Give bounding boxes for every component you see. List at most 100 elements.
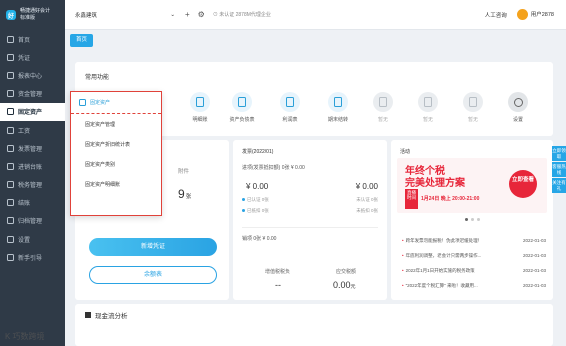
sidebar-item-archive[interactable]: 归档管理 (0, 212, 65, 230)
app-logo[interactable]: 好 畅捷通好会计 标准版 (0, 0, 65, 30)
balance-sheet-button[interactable]: 余额表 (89, 266, 217, 284)
attachment-label: 附件 (178, 169, 190, 175)
menu-item-asset-management[interactable]: 固定资产管理 (71, 114, 161, 134)
func-period-end[interactable]: 期末结转 (323, 92, 353, 123)
input-amount: ¥ 0.00 (246, 182, 269, 191)
new-voucher-button[interactable]: 新增凭证 (89, 238, 217, 256)
sidebar-item-guide[interactable]: 新手引导 (0, 248, 65, 266)
func-empty[interactable]: 暂无 (413, 92, 443, 123)
menu-item-asset-category[interactable]: 固定资产类别 (71, 154, 161, 174)
gear-icon[interactable]: ⚙ (198, 10, 205, 19)
sidebar-item-payroll[interactable]: 工资 (0, 121, 65, 139)
gear-icon (7, 235, 14, 243)
invoice-title: 发票(2022/01) (242, 149, 274, 155)
cash-flow-card: 现金流分析 (75, 304, 553, 346)
tax-icon (7, 181, 14, 189)
sidebar-item-tax[interactable]: 税务管理 (0, 176, 65, 194)
carousel-dots[interactable] (465, 218, 480, 221)
company-selector[interactable]: 永鑫建筑 ⌄ (75, 11, 175, 19)
voucher-icon (7, 53, 14, 61)
logo-icon: 好 (6, 10, 16, 20)
view-now-button[interactable]: 立即查看 (509, 170, 537, 198)
deducted-count: 已抵扣 0张 (242, 208, 269, 214)
gear-icon (513, 97, 523, 107)
placeholder-icon (469, 97, 477, 107)
avatar (516, 9, 528, 20)
sidebar-item-settings[interactable]: 设置 (0, 230, 65, 248)
attachment-count: 9张 (178, 187, 192, 201)
floating-side-tabs: 立即领取 客服热线 关注有礼 (552, 146, 566, 194)
top-bar: 永鑫建筑 ⌄ + ⚙ ⊙ 未认证 2878M代理企业 人工咨询 用户2878 (65, 0, 566, 30)
add-icon[interactable]: + (185, 10, 190, 19)
side-tab-follow[interactable]: 关注有礼 (552, 178, 566, 193)
placeholder-icon (379, 97, 387, 107)
watermark: K 巧数跨境 (5, 332, 45, 341)
sidebar-item-home[interactable]: 首页 (0, 30, 65, 48)
menu-item-depreciation-report[interactable]: 固定资产折旧统计表 (71, 134, 161, 154)
ledger-icon (7, 162, 14, 170)
func-ledger[interactable]: 明细账 (185, 92, 215, 123)
tab-bar: 首页 (65, 31, 566, 49)
sidebar-item-closing[interactable]: 结账 (0, 194, 65, 212)
tab-home[interactable]: 首页 (70, 34, 94, 47)
fixed-assets-menu: 固定资产 固定资产管理 固定资产折旧统计表 固定资产类别 固定资产明细账 (70, 91, 162, 216)
func-empty[interactable]: 暂无 (368, 92, 398, 123)
cash-flow-title: 现金流分析 (85, 310, 128, 320)
news-item[interactable]: 跨年发票勿能报税！伪此项迟缓处理！2022-01-03 (402, 238, 546, 244)
placeholder-icon (424, 97, 432, 107)
closing-icon (7, 199, 14, 207)
side-tab-hotline[interactable]: 客服热线 (552, 162, 566, 177)
menu-item-asset-ledger[interactable]: 固定资产明细账 (71, 174, 161, 194)
tax-payable-value: 0.00元 (333, 280, 356, 290)
promo-banner[interactable]: 年终个税 完美处理方案 直播时间 1月24日 晚上 20:00-21:00 立即… (397, 158, 547, 213)
vat-burden-label: 增值税税负 (265, 269, 291, 275)
archive-icon (7, 217, 14, 225)
output-invoice-row[interactable]: 销项 0张 ¥ 0.00 (242, 235, 276, 242)
funds-icon (7, 90, 14, 98)
asset-icon (79, 99, 86, 106)
input-invoice-row[interactable]: 进项(发票抵扣额) 0张 ¥ 0.00 (242, 164, 305, 171)
user-menu[interactable]: 用户2878 (516, 9, 554, 20)
home-icon (7, 35, 14, 43)
transfer-icon (334, 97, 342, 107)
bar-chart-icon (85, 312, 91, 318)
section-title: 常用功能 (85, 75, 110, 81)
payroll-icon (7, 126, 14, 134)
activity-card: 活动 年终个税 完美处理方案 直播时间 1月24日 晚上 20:00-21:00… (391, 140, 553, 300)
input-amount-right: ¥ 0.00 (355, 182, 378, 191)
news-item[interactable]: 2022年1月1日开始实施的税务政策2022-01-03 (402, 268, 546, 274)
guide-icon (7, 253, 14, 261)
uncertified-count: 未认证 0张 (356, 197, 378, 202)
func-profit[interactable]: 利润表 (275, 92, 305, 123)
undeducted-count: 未抵扣 0张 (356, 208, 378, 213)
func-settings[interactable]: 设置 (503, 92, 533, 123)
logo-text: 畅捷通好会计 标准版 (20, 8, 51, 21)
live-time: 1月24日 晚上 20:00-21:00 (421, 196, 480, 202)
func-empty[interactable]: 暂无 (458, 92, 488, 123)
sidebar-item-voucher[interactable]: 凭证 (0, 48, 65, 66)
report-icon (7, 71, 14, 79)
tax-payable-label: 应交税额 (336, 269, 357, 275)
ledger-icon (196, 97, 204, 107)
certified-count: 已认证 0张 (242, 197, 269, 203)
sidebar-item-funds[interactable]: 资金管理 (0, 85, 65, 103)
sidebar-item-reports[interactable]: 报表中心 (0, 66, 65, 84)
side-tab-claim[interactable]: 立即领取 (552, 146, 566, 161)
invoice-card: 发票(2022/01) 进项(发票抵扣额) 0张 ¥ 0.00 ¥ 0.00 ¥… (233, 140, 387, 300)
certification-status: ⊙ 未认证 2878M代理企业 (212, 12, 271, 18)
sidebar-item-ledger[interactable]: 进销台账 (0, 157, 65, 175)
sidebar: 好 畅捷通好会计 标准版 首页 凭证 报表中心 资金管理 固定资产 工资 发票管… (0, 0, 65, 346)
divider (242, 227, 378, 228)
sidebar-item-fixed-assets[interactable]: 固定资产 (0, 102, 65, 121)
sheet-icon (238, 97, 246, 107)
support-button[interactable]: 人工咨询 (485, 11, 507, 19)
chart-icon (286, 97, 294, 107)
func-balance-sheet[interactable]: 资产负债表 (227, 92, 257, 123)
menu-item-fixed-assets[interactable]: 固定资产 (71, 92, 161, 114)
asset-icon (7, 108, 14, 116)
vat-burden-value: -- (275, 280, 281, 290)
news-item[interactable]: 年底利润调整，老会计只需两步操作...2022-01-03 (402, 253, 546, 259)
sidebar-item-invoice[interactable]: 发票管理 (0, 139, 65, 157)
news-item[interactable]: "2022年度个税汇算" 来啦！收藏用...2022-01-03 (402, 283, 546, 289)
activity-title: 活动 (400, 149, 411, 155)
